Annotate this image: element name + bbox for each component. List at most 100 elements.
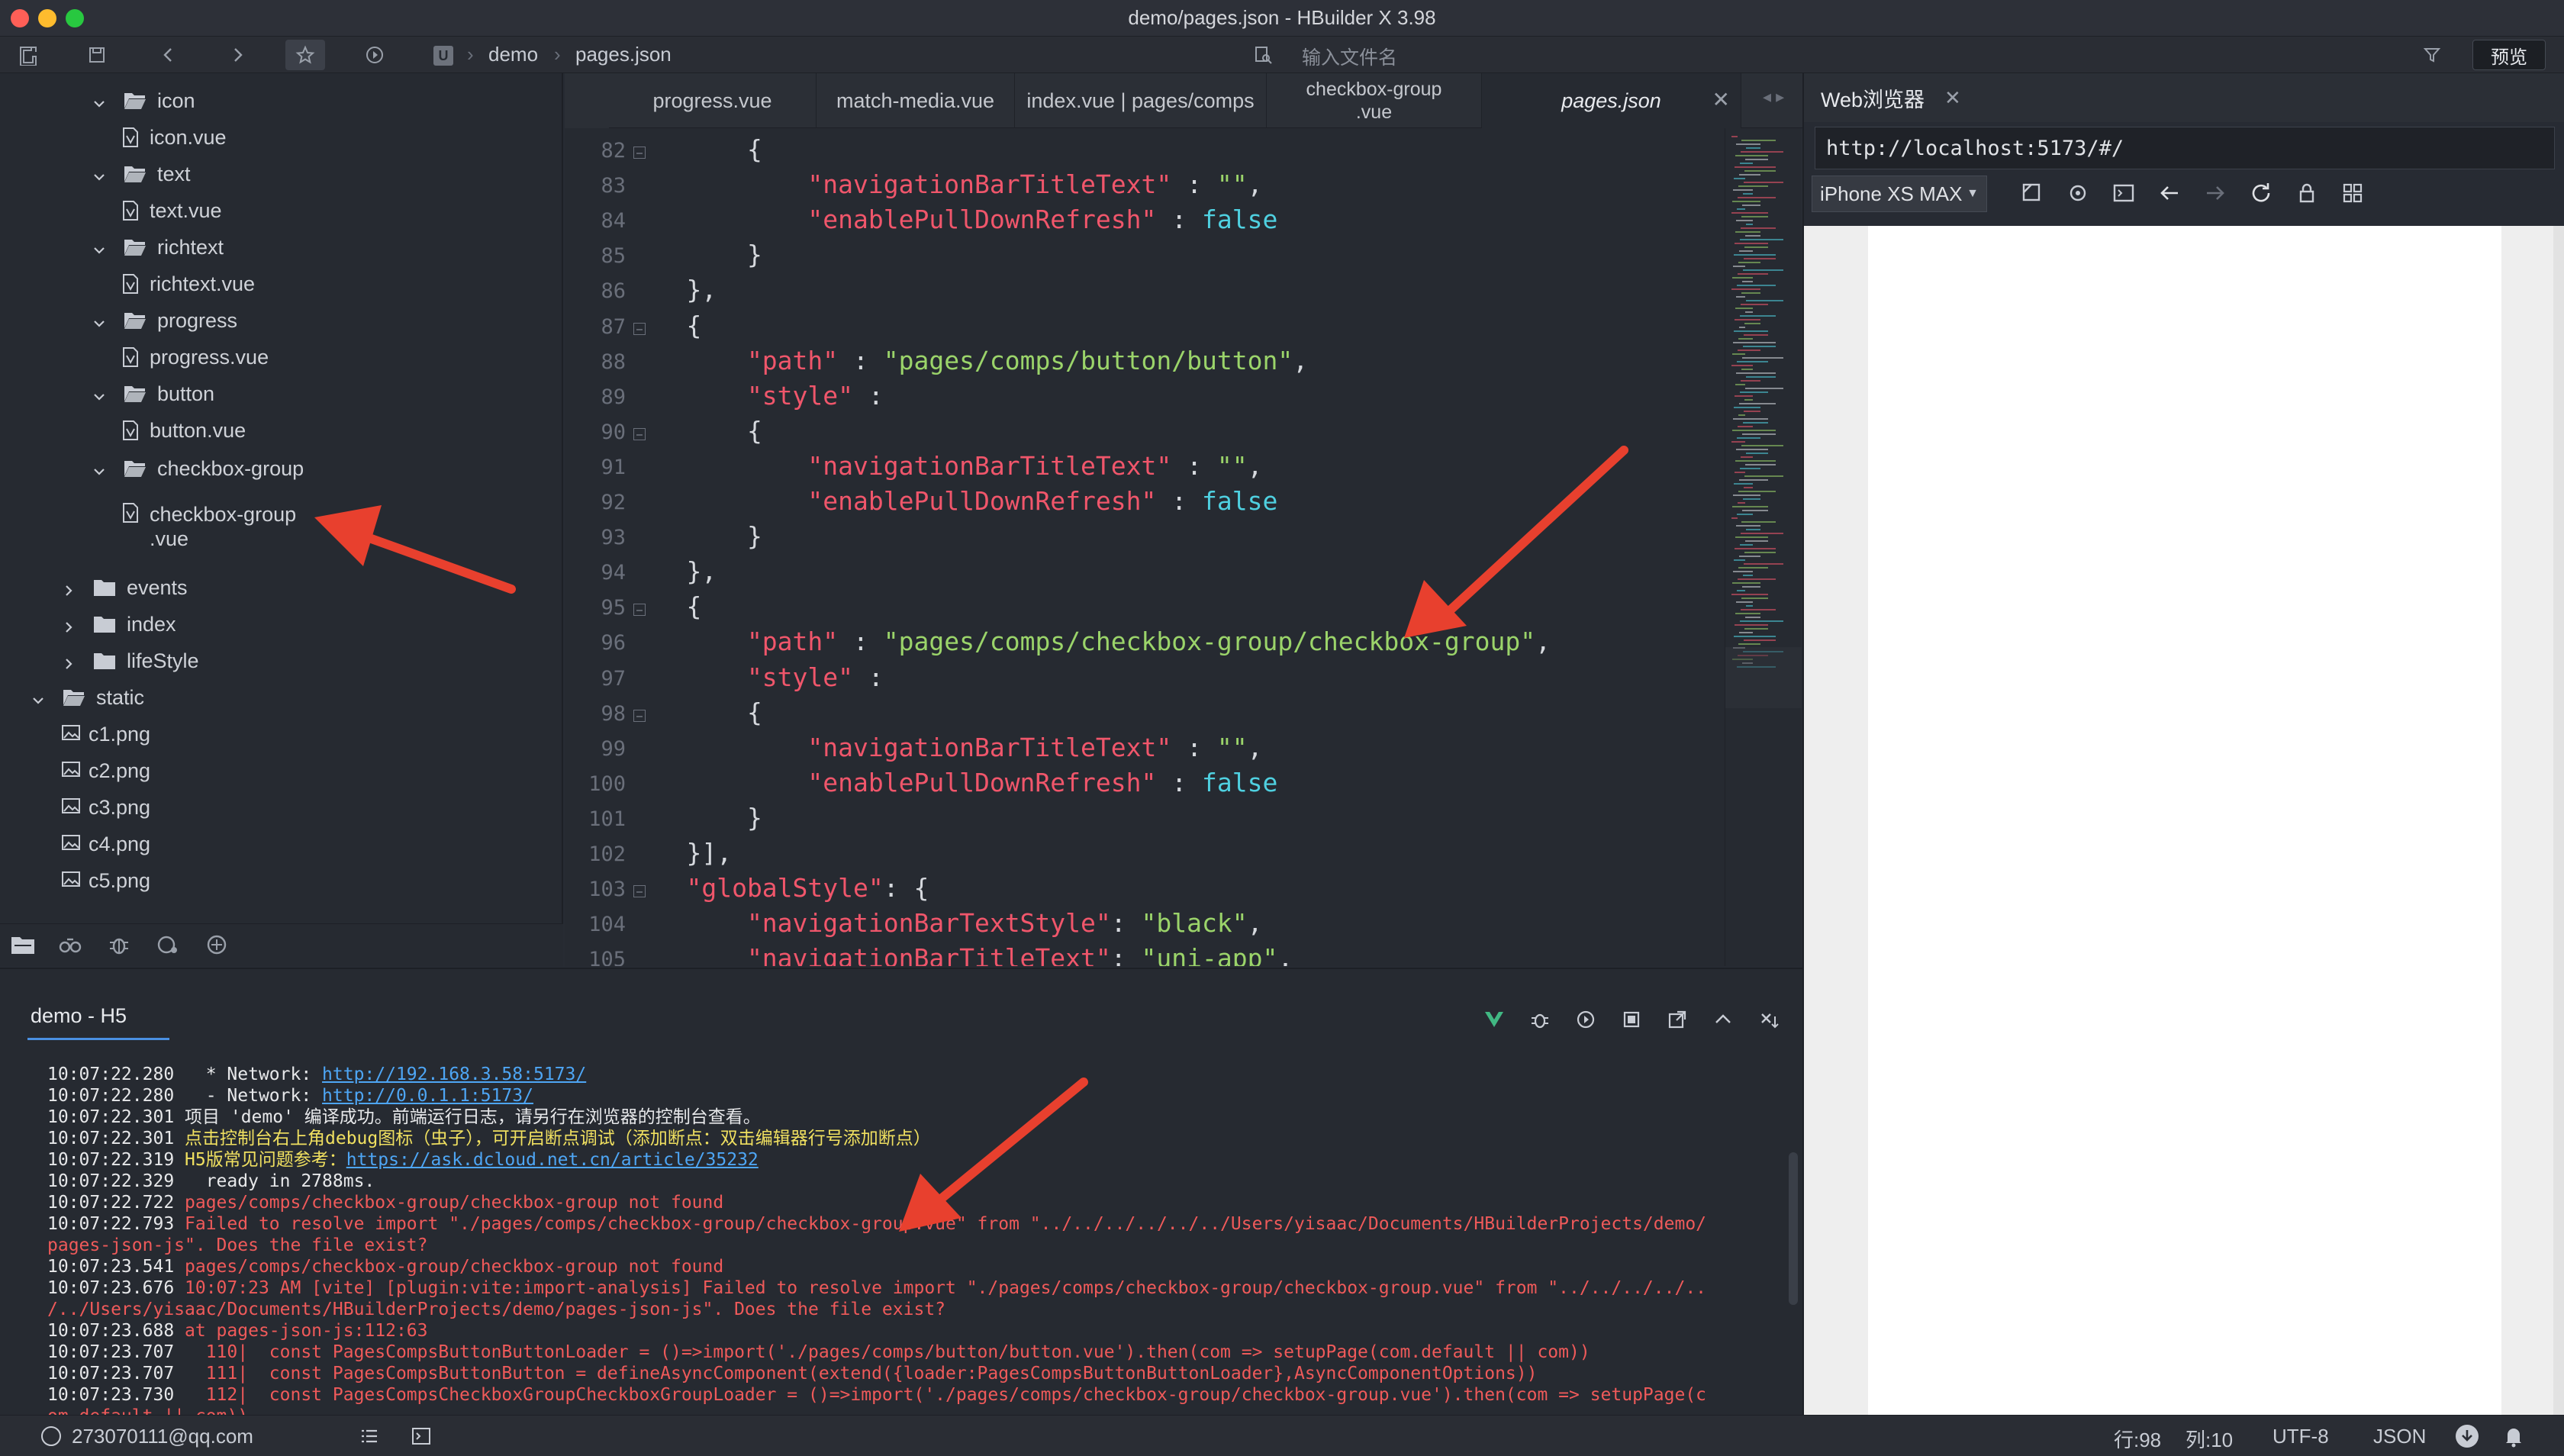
chevron-down-icon[interactable] [92, 166, 107, 182]
tree-item[interactable]: lifeStyle [61, 644, 199, 678]
code-line[interactable]: { [626, 697, 1725, 733]
debug-bug-icon[interactable] [1529, 1009, 1551, 1030]
settings-gear-icon[interactable] [2065, 180, 2091, 206]
tree-item[interactable]: static [31, 681, 144, 714]
tree-item[interactable]: richtext.vue [122, 267, 255, 301]
line-number[interactable]: 102 [565, 842, 626, 866]
chevron-up-icon[interactable] [1712, 1009, 1734, 1030]
line-number[interactable]: 95 [565, 596, 626, 620]
line-number[interactable]: 83 [565, 174, 626, 198]
code-line[interactable]: "globalStyle": { [626, 873, 1725, 908]
refresh-icon[interactable] [2248, 180, 2274, 206]
tree-item[interactable]: c5.png [61, 864, 150, 897]
line-number[interactable]: 88 [565, 350, 626, 374]
tab-nav-arrows-icon[interactable]: ◂ ▸ [1763, 87, 1784, 107]
tree-item[interactable]: button [92, 377, 214, 411]
code-line[interactable]: "navigationBarTitleText": "uni-app", [626, 943, 1725, 966]
line-number[interactable]: 105 [565, 948, 626, 966]
qrcode-icon[interactable] [2340, 180, 2366, 206]
tree-item[interactable]: index [61, 607, 176, 641]
file-search-input[interactable]: 输入文件名 [1302, 43, 1397, 70]
log-link[interactable]: https://ask.dcloud.net.cn/article/35232 [346, 1150, 759, 1170]
line-number[interactable]: 87 [565, 315, 626, 339]
tree-item[interactable]: c3.png [61, 791, 150, 824]
new-file-icon[interactable] [17, 44, 40, 66]
line-number[interactable]: 104 [565, 913, 626, 936]
tree-item[interactable]: richtext [92, 230, 224, 264]
account-email[interactable]: 273070111@qq.com [72, 1425, 253, 1448]
lock-icon[interactable] [2294, 180, 2320, 206]
code-editor[interactable]: 82 {83 "navigationBarTitleText" : "", 84 … [565, 128, 1725, 966]
line-number[interactable]: 100 [565, 772, 626, 796]
console-tab-demo-h5[interactable]: demo - H5 [31, 1004, 127, 1028]
breadcrumb-file[interactable]: pages.json [575, 43, 672, 66]
rotate-icon[interactable] [2019, 180, 2045, 206]
plugin-icon[interactable] [205, 933, 229, 956]
chevron-down-icon[interactable] [92, 93, 107, 108]
vue-devtools-icon[interactable] [1483, 1009, 1505, 1030]
open-external-icon[interactable] [1667, 1009, 1688, 1030]
code-line[interactable]: } [626, 803, 1725, 838]
filter-icon[interactable] [2421, 44, 2443, 66]
line-number[interactable]: 85 [565, 244, 626, 268]
tree-item[interactable]: text [92, 157, 191, 191]
notification-bell-icon[interactable] [2503, 1425, 2524, 1448]
tree-item[interactable]: checkbox-group .vue [122, 502, 296, 551]
tab-pages-json[interactable]: pages.json ✕ [1482, 73, 1741, 128]
line-number[interactable]: 86 [565, 279, 626, 303]
tree-item[interactable]: c1.png [61, 717, 150, 751]
favorite-star-icon[interactable] [285, 40, 325, 70]
maximize-window-button[interactable] [66, 9, 84, 27]
browser-back-icon[interactable] [2157, 180, 2182, 206]
run-icon[interactable] [363, 44, 386, 66]
code-line[interactable]: "style" : [626, 381, 1725, 416]
line-number[interactable]: 99 [565, 737, 626, 761]
tree-item[interactable]: c2.png [61, 754, 150, 788]
code-line[interactable]: "enablePullDownRefresh" : false [626, 205, 1725, 240]
code-line[interactable]: "navigationBarTitleText" : "", [626, 451, 1725, 486]
code-line[interactable]: { [626, 591, 1725, 627]
line-number[interactable]: 91 [565, 456, 626, 479]
tab-match-media-vue[interactable]: match-media.vue [817, 73, 1015, 128]
download-icon[interactable] [2456, 1425, 2479, 1448]
restart-icon[interactable] [1575, 1009, 1596, 1030]
chevron-right-icon[interactable] [61, 580, 76, 596]
url-input[interactable]: http://localhost:5173/#/ [1815, 127, 2555, 169]
console-scrollbar[interactable] [1789, 1152, 1798, 1305]
debug-bug-icon[interactable] [107, 933, 131, 956]
log-link[interactable]: http://192.168.3.58:5173/ [322, 1065, 586, 1084]
forward-icon[interactable] [226, 44, 249, 66]
tree-item[interactable]: progress [92, 304, 237, 337]
code-line[interactable]: }, [626, 556, 1725, 591]
code-line[interactable]: { [626, 134, 1725, 169]
code-line[interactable]: "navigationBarTextStyle": "black", [626, 908, 1725, 943]
device-select[interactable]: iPhone XS MAX ▼ [1812, 176, 1987, 212]
line-number[interactable]: 82 [565, 139, 626, 163]
tree-item[interactable]: events [61, 571, 188, 604]
close-tab-icon[interactable]: ✕ [1712, 89, 1730, 111]
code-line[interactable]: }], [626, 838, 1725, 873]
stop-icon[interactable] [1621, 1009, 1642, 1030]
code-line[interactable]: "enablePullDownRefresh" : false [626, 768, 1725, 803]
line-number[interactable]: 89 [565, 385, 626, 409]
viewport-scrollbar[interactable] [2553, 226, 2564, 1415]
source-control-icon[interactable] [156, 933, 180, 956]
tree-item[interactable]: text.vue [122, 194, 222, 227]
line-number[interactable]: 96 [565, 631, 626, 655]
chevron-down-icon[interactable] [92, 240, 107, 255]
line-number[interactable]: 94 [565, 561, 626, 585]
terminal-icon[interactable] [411, 1426, 432, 1446]
tree-item[interactable]: button.vue [122, 414, 246, 447]
minimap[interactable] [1725, 128, 1802, 966]
line-number[interactable]: 92 [565, 491, 626, 514]
code-line[interactable]: "style" : [626, 662, 1725, 697]
line-number[interactable]: 90 [565, 420, 626, 444]
outline-list-icon[interactable] [359, 1426, 380, 1446]
minimize-window-button[interactable] [38, 9, 56, 27]
language-mode[interactable]: JSON [2373, 1425, 2426, 1448]
tree-item[interactable]: c4.png [61, 827, 150, 861]
line-number[interactable]: 97 [565, 667, 626, 691]
code-line[interactable]: "navigationBarTitleText" : "", [626, 733, 1725, 768]
code-line[interactable]: { [626, 416, 1725, 451]
tab-checkbox-group-vue[interactable]: checkbox-group .vue [1267, 73, 1482, 128]
